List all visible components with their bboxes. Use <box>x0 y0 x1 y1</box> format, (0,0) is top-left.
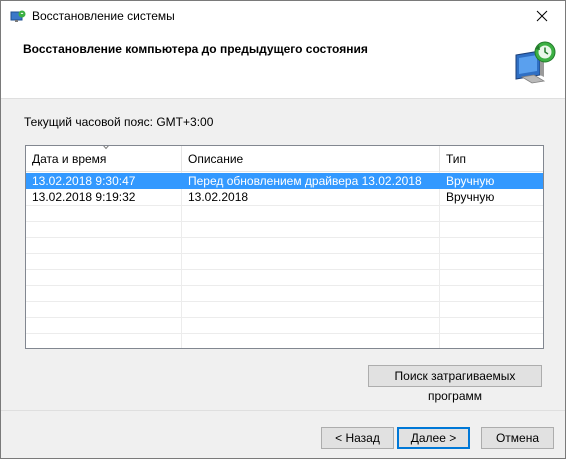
grid-line <box>26 317 543 318</box>
column-header-label: Тип <box>446 152 467 166</box>
cell-type: Вручную <box>446 190 495 204</box>
restore-point-row[interactable]: 13.02.2018 9:19:32 13.02.2018 Вручную <box>26 189 543 205</box>
grid-line <box>26 269 543 270</box>
grid-line <box>26 301 543 302</box>
grid-line <box>26 237 543 238</box>
back-button[interactable]: < Назад <box>321 427 394 449</box>
system-restore-window: Восстановление системы Восстановление ко… <box>0 0 566 459</box>
column-header-label: Дата и время <box>32 152 107 166</box>
close-icon <box>536 10 548 22</box>
cell-description: 13.02.2018 <box>188 190 249 204</box>
window-title: Восстановление системы <box>32 9 175 23</box>
list-header: Дата и время Описание Тип <box>26 146 543 172</box>
column-header-datetime[interactable]: Дата и время <box>26 146 182 172</box>
cell-type: Вручную <box>446 174 495 188</box>
restore-points-list[interactable]: Дата и время Описание Тип 13.02.2018 9:3… <box>25 145 544 349</box>
column-header-description[interactable]: Описание <box>182 146 440 172</box>
close-button[interactable] <box>519 1 565 31</box>
scan-affected-programs-button[interactable]: Поиск затрагиваемых программ <box>368 365 542 403</box>
column-header-type[interactable]: Тип <box>440 146 543 172</box>
cell-datetime: 13.02.2018 9:30:47 <box>32 174 136 188</box>
cancel-button[interactable]: Отмена <box>481 427 554 449</box>
column-header-label: Описание <box>188 152 244 166</box>
title-bar[interactable]: Восстановление системы <box>1 1 565 31</box>
wizard-header: Восстановление компьютера до предыдущего… <box>1 31 565 99</box>
next-button[interactable]: Далее > <box>397 427 470 449</box>
sort-descending-icon <box>103 146 109 150</box>
grid-line <box>26 205 543 206</box>
cell-description: Перед обновлением драйвера 13.02.2018 <box>188 174 422 188</box>
page-title: Восстановление компьютера до предыдущего… <box>23 42 368 56</box>
footer-divider <box>1 410 565 411</box>
system-restore-app-icon <box>10 9 26 25</box>
cell-datetime: 13.02.2018 9:19:32 <box>32 190 136 204</box>
grid-line <box>26 253 543 254</box>
timezone-label: Текущий часовой пояс: GMT+3:00 <box>24 115 214 129</box>
restore-point-row[interactable]: 13.02.2018 9:30:47 Перед обновлением дра… <box>26 173 543 189</box>
grid-line <box>26 333 543 334</box>
grid-line <box>26 285 543 286</box>
grid-line <box>26 221 543 222</box>
system-restore-icon <box>510 39 558 87</box>
